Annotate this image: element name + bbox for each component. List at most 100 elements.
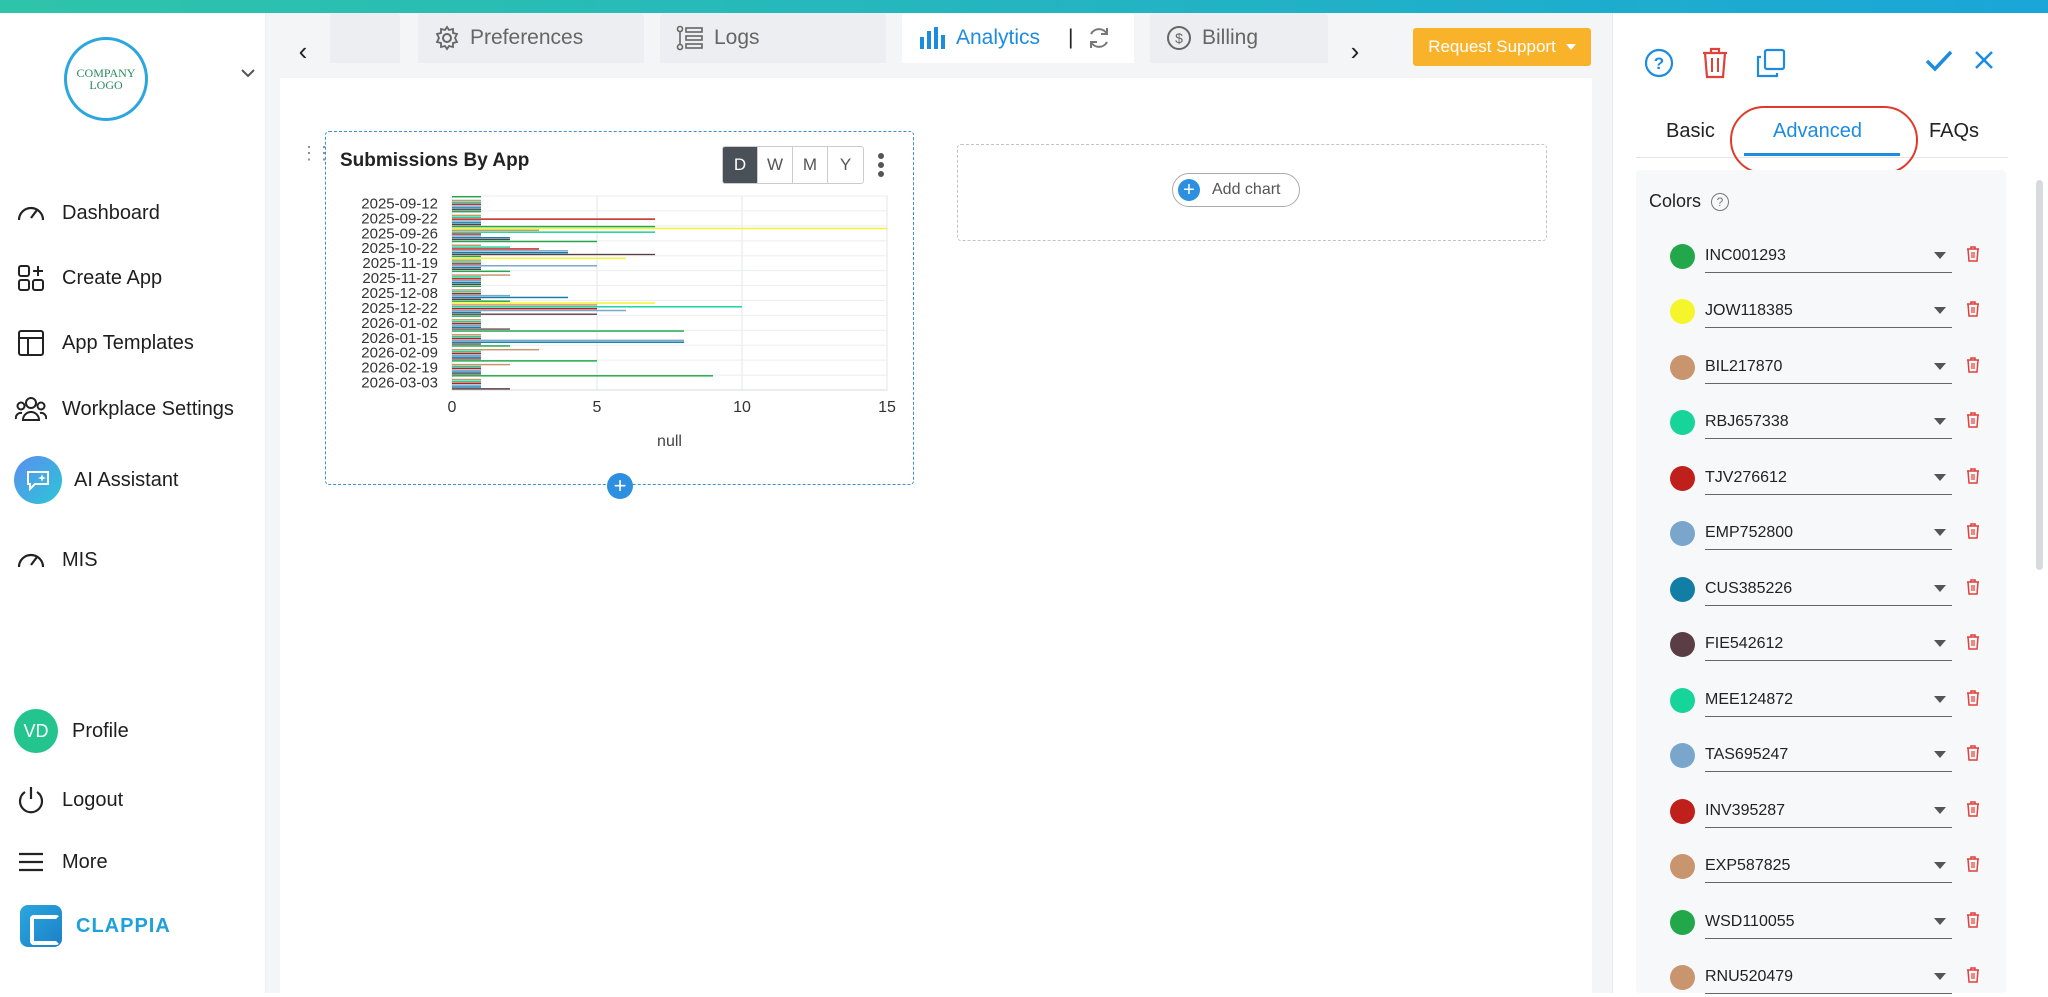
color-swatch[interactable] <box>1670 742 1695 768</box>
trash-icon[interactable] <box>1966 578 1980 600</box>
color-series-select[interactable]: INV395287 <box>1705 794 1952 828</box>
chart-bar <box>452 388 510 390</box>
color-swatch[interactable] <box>1670 798 1695 824</box>
chart-card[interactable]: Submissions By App D W M Y 0 5 10 15 2025-09… <box>325 131 914 485</box>
trash-icon[interactable] <box>1966 689 1980 711</box>
color-swatch[interactable] <box>1670 964 1695 990</box>
company-logo[interactable]: COMPANY LOGO <box>64 37 148 121</box>
chart-bar <box>452 274 510 276</box>
help-icon[interactable]: ? <box>1642 46 1676 80</box>
color-series-select[interactable]: CUS385226 <box>1705 572 1952 606</box>
power-icon <box>14 783 48 817</box>
sidebar-item-logout[interactable]: Logout <box>14 780 123 820</box>
chevron-down-icon[interactable] <box>240 65 256 83</box>
color-series-select[interactable]: RNU520479 <box>1705 960 1952 994</box>
copy-icon[interactable] <box>1754 46 1788 80</box>
chart-bar <box>452 304 597 306</box>
panel-scrollbar[interactable] <box>2036 180 2043 570</box>
refresh-icon[interactable] <box>1086 25 1112 51</box>
check-icon[interactable] <box>1924 48 1954 79</box>
trash-icon[interactable] <box>1966 633 1980 655</box>
trash-icon[interactable] <box>1966 966 1980 988</box>
color-swatch[interactable] <box>1670 576 1695 602</box>
color-series-select[interactable]: WSD110055 <box>1705 905 1952 939</box>
series-code: RBJ657338 <box>1705 412 1789 430</box>
sidebar-item-create-app[interactable]: Create App <box>14 258 162 298</box>
trash-icon[interactable] <box>1698 46 1732 80</box>
chart-bar <box>452 375 713 377</box>
color-row: EMP752800 <box>1670 513 1992 553</box>
color-swatch[interactable] <box>1670 354 1695 380</box>
color-swatch[interactable] <box>1670 298 1695 324</box>
color-series-select[interactable]: EXP587825 <box>1705 849 1952 883</box>
color-swatch[interactable] <box>1670 909 1695 935</box>
sidebar-item-dashboard[interactable]: Dashboard <box>14 193 160 233</box>
color-swatch[interactable] <box>1670 465 1695 491</box>
sidebar-item-mis[interactable]: MIS <box>14 540 98 580</box>
tabs-scroll-left[interactable]: ‹ <box>288 26 318 76</box>
clappia-logo-icon <box>20 905 62 947</box>
sidebar-item-app-templates[interactable]: App Templates <box>14 323 194 363</box>
trash-icon[interactable] <box>1966 744 1980 766</box>
trash-icon[interactable] <box>1966 522 1980 544</box>
color-series-select[interactable]: FIE542612 <box>1705 627 1952 661</box>
color-swatch[interactable] <box>1670 853 1695 879</box>
chart-bar <box>452 298 481 301</box>
color-swatch[interactable] <box>1670 520 1695 546</box>
sidebar-item-label: Dashboard <box>62 201 160 224</box>
color-series-select[interactable]: BIL217870 <box>1705 350 1952 384</box>
chart-bar <box>452 352 481 355</box>
color-series-select[interactable]: TAS695247 <box>1705 738 1952 772</box>
chart-bar <box>452 363 510 366</box>
tab-blank[interactable] <box>330 13 400 63</box>
color-series-select[interactable]: TJV276612 <box>1705 461 1952 495</box>
trash-icon[interactable] <box>1966 356 1980 378</box>
caret-down-icon <box>1565 44 1576 50</box>
color-series-select[interactable]: EMP752800 <box>1705 516 1952 550</box>
trash-icon[interactable] <box>1966 911 1980 933</box>
chart-bar <box>452 283 481 286</box>
clappia-brand: CLAPPIA <box>20 905 171 947</box>
trash-icon[interactable] <box>1966 245 1980 267</box>
tab-billing[interactable]: $ Billing <box>1150 13 1328 63</box>
help-icon[interactable]: ? <box>1711 192 1730 211</box>
chart-bar <box>452 237 510 239</box>
chart-bar <box>452 205 481 207</box>
trash-icon[interactable] <box>1966 855 1980 877</box>
color-series-select[interactable]: RBJ657338 <box>1705 405 1952 439</box>
chart-bar <box>452 291 481 293</box>
request-support-button[interactable]: Request Support <box>1413 28 1591 66</box>
trash-icon[interactable] <box>1966 467 1980 489</box>
tabs-scroll-right[interactable]: › <box>1340 26 1370 76</box>
tab-logs[interactable]: Logs <box>660 13 886 63</box>
trash-icon[interactable] <box>1966 411 1980 433</box>
sidebar-item-workplace-settings[interactable]: Workplace Settings <box>14 389 234 429</box>
color-series-select[interactable]: JOW118385 <box>1705 294 1952 328</box>
color-row: TJV276612 <box>1670 458 1992 498</box>
caret-down-icon <box>1934 474 1946 481</box>
chart-bar <box>452 302 655 304</box>
trash-icon[interactable] <box>1966 800 1980 822</box>
add-below-button[interactable]: + <box>607 473 633 499</box>
color-series-select[interactable]: MEE124872 <box>1705 683 1952 717</box>
sidebar-item-profile[interactable]: VD Profile <box>14 709 129 753</box>
color-swatch[interactable] <box>1670 687 1695 713</box>
color-swatch[interactable] <box>1670 631 1695 657</box>
tab-basic[interactable]: Basic <box>1666 120 1715 143</box>
tab-preferences[interactable]: Preferences <box>418 13 644 63</box>
tab-analytics[interactable]: Analytics | <box>902 13 1134 63</box>
color-row: EXP587825 <box>1670 846 1992 886</box>
chart-bar <box>452 251 568 254</box>
ai-chat-icon <box>14 456 62 504</box>
color-swatch[interactable] <box>1670 409 1695 435</box>
add-chart-button[interactable]: + Add chart <box>1172 173 1300 207</box>
trash-icon[interactable] <box>1966 300 1980 322</box>
color-swatch[interactable] <box>1670 243 1695 269</box>
dollar-icon: $ <box>1166 25 1192 51</box>
chart-bar <box>452 306 742 308</box>
tab-faqs[interactable]: FAQs <box>1929 120 1979 143</box>
sidebar-item-more[interactable]: More <box>14 842 108 882</box>
color-series-select[interactable]: INC001293 <box>1705 239 1952 273</box>
sidebar-item-ai-assistant[interactable]: AI Assistant <box>14 456 179 504</box>
close-icon[interactable] <box>1972 48 1996 77</box>
